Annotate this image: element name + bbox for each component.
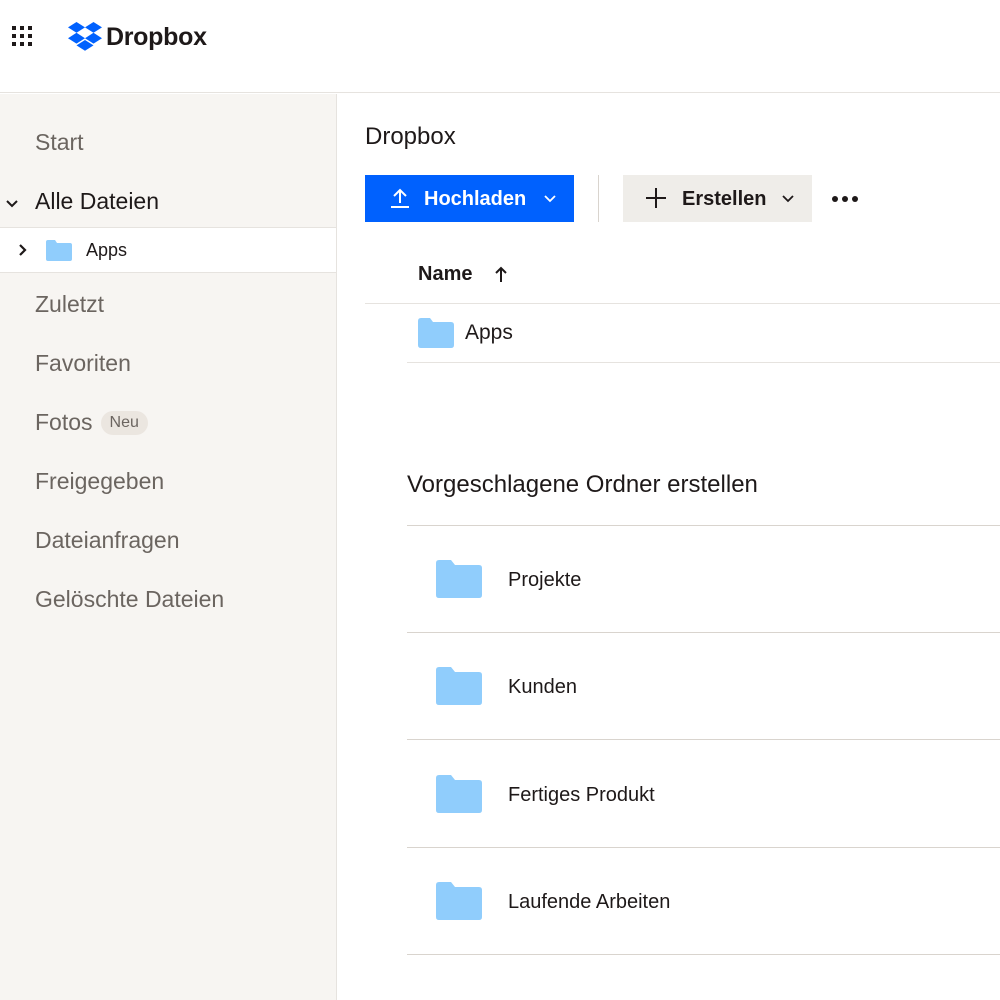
sidebar-item-label: Alle Dateien: [35, 188, 160, 214]
upload-icon: [391, 188, 409, 208]
page-title: Dropbox: [365, 123, 456, 150]
brand-logo[interactable]: Dropbox: [68, 19, 207, 55]
suggested-folder-fertiges-produkt[interactable]: Fertiges Produkt: [407, 741, 1000, 848]
sidebar-item-geloeschte-dateien[interactable]: Gelöschte Dateien: [35, 586, 224, 613]
suggested-folder-projekte[interactable]: Projekte: [407, 526, 1000, 633]
sidebar-item-dateianfragen[interactable]: Dateianfragen: [35, 527, 180, 554]
suggested-folder-name: Fertiges Produkt: [508, 784, 655, 806]
suggested-folder-name: Laufende Arbeiten: [508, 891, 671, 913]
folder-icon: [436, 882, 482, 920]
tree-item-label: Apps: [86, 240, 128, 260]
folder-icon: [436, 560, 482, 598]
sidebar-item-alle-dateien[interactable]: Alle Dateien: [35, 188, 159, 215]
dropbox-logo-icon: [68, 22, 102, 51]
sidebar-item-label: Gelöschte Dateien: [35, 586, 225, 612]
file-name: Apps: [465, 321, 513, 344]
chevron-right-icon[interactable]: [16, 243, 30, 257]
sidebar-item-label: Start: [35, 129, 84, 155]
create-label: Erstellen: [682, 188, 767, 210]
folder-icon: [46, 240, 72, 261]
suggested-folders-title: Vorgeschlagene Ordner erstellen: [407, 471, 758, 498]
upload-button[interactable]: Hochladen: [365, 175, 574, 222]
suggested-folder-laufende-arbeiten[interactable]: Laufende Arbeiten: [407, 848, 1000, 955]
suggested-folder-name: Kunden: [508, 676, 577, 698]
sidebar-item-freigegeben[interactable]: Freigegeben: [35, 468, 164, 495]
sidebar-item-label: Fotos: [35, 409, 93, 435]
grid-icon[interactable]: [12, 26, 36, 50]
name-header-label: Name: [418, 263, 473, 285]
brand-name: Dropbox: [106, 22, 207, 51]
name-column-header[interactable]: Name: [365, 244, 1000, 304]
create-button[interactable]: Erstellen: [623, 175, 812, 222]
sidebar-item-fotos[interactable]: Fotos Neu: [35, 409, 148, 436]
chevron-down-icon: [782, 195, 794, 203]
sidebar-item-label: Zuletzt: [35, 291, 105, 317]
suggested-folder-name: Projekte: [508, 569, 582, 591]
sort-ascending-icon: [495, 266, 507, 282]
table-row[interactable]: Apps: [407, 304, 1000, 363]
chevron-down-icon[interactable]: [4, 196, 20, 212]
folder-icon: [418, 318, 454, 348]
sidebar-item-start[interactable]: Start: [35, 129, 84, 156]
sidebar: Start Alle Dateien Apps Zuletzt Favorite…: [0, 94, 337, 1000]
sidebar-item-label: Favoriten: [35, 350, 131, 376]
plus-icon: [646, 188, 666, 208]
sidebar-item-zuletzt[interactable]: Zuletzt: [35, 291, 104, 318]
new-badge: Neu: [100, 411, 148, 435]
sidebar-tree-item-apps[interactable]: Apps: [0, 227, 336, 273]
more-icon[interactable]: [830, 186, 860, 212]
sidebar-item-label: Freigegeben: [35, 468, 165, 494]
sidebar-item-label: Dateianfragen: [35, 527, 180, 553]
suggested-folder-kunden[interactable]: Kunden: [407, 633, 1000, 740]
main-content: Dropbox Hochladen Erstellen Name Apps Vo…: [338, 94, 1000, 1000]
sidebar-item-favoriten[interactable]: Favoriten: [35, 350, 131, 377]
folder-icon: [436, 775, 482, 813]
folder-icon: [436, 667, 482, 705]
upload-label: Hochladen: [424, 188, 527, 210]
top-bar: Dropbox: [0, 0, 1000, 93]
chevron-down-icon: [544, 195, 556, 203]
toolbar-divider: [598, 175, 599, 222]
